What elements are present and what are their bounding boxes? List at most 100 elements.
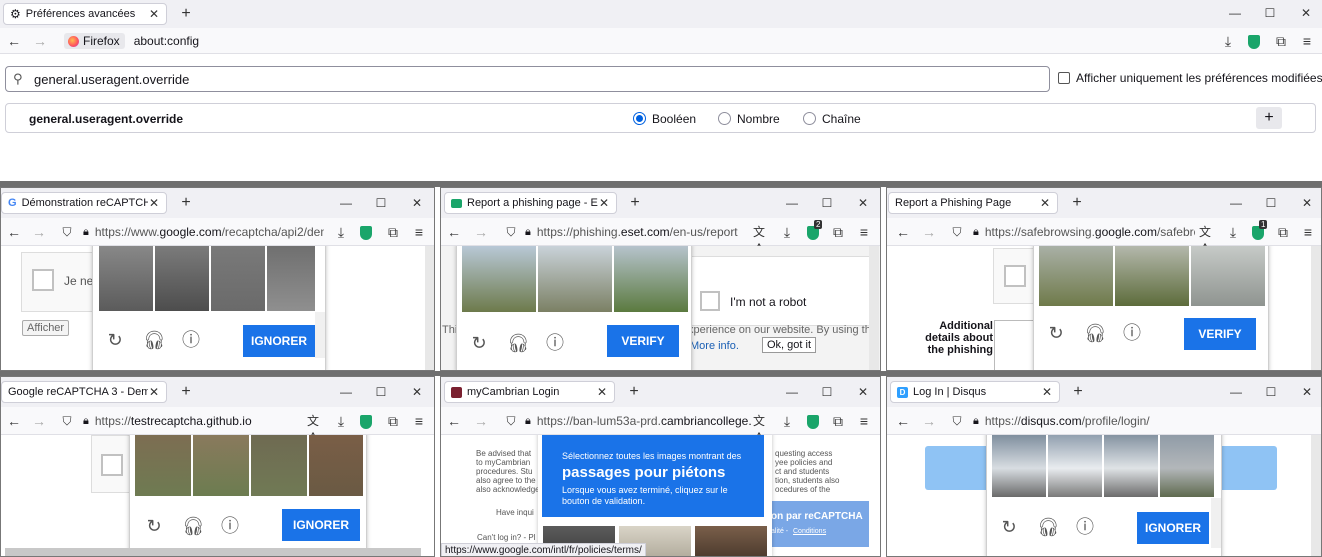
image-tile[interactable]: [1047, 435, 1103, 498]
show-modified-checkbox[interactable]: [1058, 72, 1070, 84]
image-tile[interactable]: [154, 246, 210, 312]
back-icon[interactable]: ←: [6, 413, 22, 429]
ok-got-it-button[interactable]: Ok, got it: [762, 337, 817, 353]
download-icon[interactable]: ⤓: [779, 413, 795, 429]
url-bar[interactable]: 🔒︎ https://www. google.com/recaptcha/api2…: [77, 222, 324, 242]
new-tab-icon[interactable]: +: [1069, 195, 1085, 211]
image-tile[interactable]: [250, 435, 308, 497]
reload-icon[interactable]: ↻: [105, 330, 125, 350]
reload-icon[interactable]: ↻: [1046, 323, 1066, 343]
url-bar[interactable]: 🔒︎ https://disqus.com/profile/login/: [967, 411, 1227, 431]
tracking-shield-icon[interactable]: ⛉: [503, 413, 519, 429]
page-scrollbar[interactable]: [1311, 246, 1321, 370]
image-tile[interactable]: [613, 246, 689, 313]
page-scrollbar[interactable]: [1311, 435, 1321, 556]
forward-icon[interactable]: →: [473, 413, 489, 429]
extensions-icon[interactable]: ⧉: [385, 413, 401, 429]
image-tile[interactable]: [1103, 435, 1159, 498]
forward-icon[interactable]: →: [32, 33, 48, 49]
menu-icon[interactable]: ≡: [856, 413, 872, 429]
page-scrollbar[interactable]: [425, 246, 434, 370]
image-tile[interactable]: [694, 525, 768, 556]
new-tab-icon[interactable]: +: [1070, 384, 1086, 400]
new-tab-icon[interactable]: +: [178, 6, 194, 22]
tab-disqus-login[interactable]: D Log In | Disqus ✕: [890, 381, 1060, 403]
forward-icon[interactable]: →: [31, 224, 47, 240]
recaptcha-checkbox[interactable]: [1004, 265, 1026, 287]
tab-preferences-avancees[interactable]: ⚙ Préférences avancées ✕: [3, 3, 167, 25]
close-window-icon[interactable]: ✕: [410, 196, 424, 210]
new-tab-icon[interactable]: +: [627, 195, 643, 211]
reload-icon[interactable]: ↻: [144, 516, 164, 536]
url-bar[interactable]: 🔒︎ https://testrecaptcha.github.io: [77, 411, 297, 431]
radio-string[interactable]: [803, 112, 816, 125]
close-window-icon[interactable]: ✕: [410, 385, 424, 399]
scrollbar-vertical[interactable]: [1211, 498, 1221, 548]
extensions-icon[interactable]: ⧉: [830, 413, 846, 429]
url-bar[interactable]: Firefox about:config: [58, 31, 1214, 51]
menu-icon[interactable]: ≡: [856, 224, 872, 240]
extensions-icon[interactable]: ⧉: [1273, 33, 1289, 49]
close-window-icon[interactable]: ✕: [1300, 196, 1314, 210]
close-tab-icon[interactable]: ✕: [148, 196, 160, 210]
extension-shield-icon[interactable]: [360, 226, 372, 240]
tab-eset-report[interactable]: Report a phishing page - ESET ✕: [444, 192, 617, 214]
radio-boolean[interactable]: [633, 112, 646, 125]
back-icon[interactable]: ←: [895, 413, 911, 429]
url-bar[interactable]: 🔒︎ https://safebrowsing. google.com/safeb…: [967, 222, 1195, 242]
info-icon[interactable]: ⓘ: [1122, 323, 1142, 343]
forward-icon[interactable]: →: [921, 413, 937, 429]
more-info-link[interactable]: More info.: [690, 340, 739, 352]
menu-icon[interactable]: ≡: [1300, 224, 1316, 240]
recaptcha-checkbox[interactable]: [700, 291, 720, 311]
close-window-icon[interactable]: ✕: [856, 385, 870, 399]
skip-button[interactable]: IGNORER: [243, 325, 315, 357]
audio-icon[interactable]: 🎧︎: [1037, 517, 1060, 537]
image-tile[interactable]: [308, 435, 364, 497]
image-tile[interactable]: [192, 435, 250, 497]
menu-icon[interactable]: ≡: [411, 224, 427, 240]
new-tab-icon[interactable]: +: [178, 384, 194, 400]
extensions-icon[interactable]: ⧉: [1275, 224, 1291, 240]
minimize-icon[interactable]: —: [785, 196, 799, 210]
translate-icon[interactable]: 文A: [751, 413, 767, 444]
forward-icon[interactable]: →: [921, 224, 937, 240]
info-icon[interactable]: ⓘ: [181, 330, 201, 350]
pref-search-input[interactable]: ⚲ general.useragent.override: [5, 66, 1050, 92]
tracking-shield-icon[interactable]: ⛉: [59, 224, 75, 240]
add-pref-button[interactable]: +: [1256, 107, 1282, 129]
minimize-icon[interactable]: —: [1229, 196, 1243, 210]
firefox-identity-box[interactable]: Firefox: [64, 33, 125, 49]
maximize-icon[interactable]: ☐: [820, 385, 834, 399]
menu-icon[interactable]: ≡: [411, 413, 427, 429]
image-tile[interactable]: [1038, 246, 1114, 307]
maximize-icon[interactable]: ☐: [374, 385, 388, 399]
image-tile[interactable]: [134, 435, 192, 497]
close-tab-icon[interactable]: ✕: [598, 196, 610, 210]
image-tile[interactable]: [991, 435, 1047, 498]
info-icon[interactable]: ⓘ: [1075, 517, 1095, 537]
image-tile[interactable]: [461, 246, 537, 313]
image-tile[interactable]: [537, 246, 613, 313]
maximize-icon[interactable]: ☐: [1264, 385, 1278, 399]
verify-button[interactable]: VERIFY: [607, 325, 679, 357]
back-icon[interactable]: ←: [6, 33, 22, 49]
horizontal-scrollbar[interactable]: [5, 548, 421, 556]
minimize-icon[interactable]: —: [1228, 6, 1242, 20]
maximize-icon[interactable]: ☐: [820, 196, 834, 210]
conditions-link[interactable]: Conditions: [793, 528, 826, 535]
translate-icon[interactable]: 文A: [305, 413, 321, 444]
back-icon[interactable]: ←: [895, 224, 911, 240]
minimize-icon[interactable]: —: [339, 385, 353, 399]
reload-icon[interactable]: ↻: [999, 517, 1019, 537]
image-tile[interactable]: [1190, 246, 1266, 307]
back-icon[interactable]: ←: [446, 224, 462, 240]
recaptcha-checkbox[interactable]: [101, 454, 123, 476]
close-tab-icon[interactable]: ✕: [1041, 385, 1053, 399]
close-window-icon[interactable]: ✕: [856, 196, 870, 210]
download-icon[interactable]: ⤓: [1225, 224, 1241, 240]
close-window-icon[interactable]: ✕: [1300, 385, 1314, 399]
tracking-shield-icon[interactable]: ⛉: [59, 413, 75, 429]
minimize-icon[interactable]: —: [1229, 385, 1243, 399]
minimize-icon[interactable]: —: [339, 196, 353, 210]
